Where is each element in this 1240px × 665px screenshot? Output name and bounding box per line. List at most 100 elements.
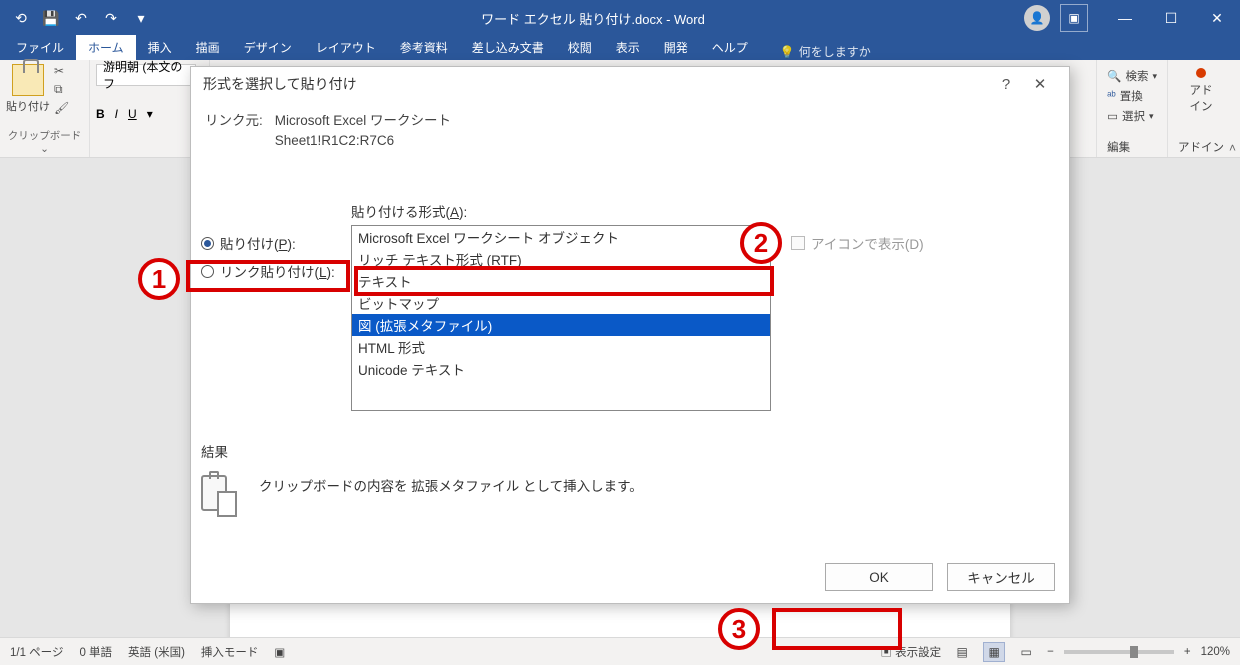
radio-checked-icon (201, 237, 214, 250)
tab-insert[interactable]: 挿入 (136, 35, 184, 60)
tab-developer[interactable]: 開発 (652, 35, 700, 60)
dialog-help-button[interactable]: ? (989, 76, 1023, 93)
result-icon (201, 475, 241, 519)
close-window-icon[interactable]: ✕ (1194, 0, 1240, 36)
ribbon-group-addins: アド イン アドイン (1167, 60, 1234, 157)
tell-me-search[interactable]: 💡 何をしますか (780, 43, 871, 60)
status-bar: 1/1 ページ 0 単語 英語 (米国) 挿入モード ▣ ▣ 表示設定 ▤ ▦ … (0, 637, 1240, 665)
tab-mailings[interactable]: 差し込み文書 (460, 35, 556, 60)
paste-special-dialog: 形式を選択して貼り付け ? ✕ リンク元: Microsoft Excel ワー… (190, 66, 1070, 604)
result-description: クリップボードの内容を 拡張メタファイル として挿入します。 (259, 475, 643, 495)
underline-button[interactable]: U (128, 107, 137, 121)
ok-button[interactable]: OK (825, 563, 933, 591)
search-icon: 🔍 (1107, 69, 1121, 83)
paste-label: 貼り付け (6, 98, 50, 114)
link-source-value-1: Microsoft Excel ワークシート (275, 109, 451, 129)
quick-access-toolbar: ⟲ 💾 ↶ ↷ ▾ (0, 5, 162, 31)
copy-icon[interactable]: ⧉ (54, 82, 69, 97)
dialog-titlebar: 形式を選択して貼り付け ? ✕ (191, 67, 1069, 101)
result-heading: 結果 (201, 441, 1059, 461)
tab-draw[interactable]: 描画 (184, 35, 232, 60)
bold-button[interactable]: B (96, 107, 105, 121)
redo-icon[interactable]: ↷ (98, 5, 124, 31)
format-list-header: 貼り付ける形式(A): (351, 201, 771, 225)
status-macro-icon[interactable]: ▣ (274, 645, 285, 659)
tab-file[interactable]: ファイル (4, 35, 76, 60)
paste-button[interactable]: 貼り付け (6, 64, 50, 114)
replace-button[interactable]: ᵃᵇ置換 (1107, 86, 1157, 106)
callout-number-3: 3 (718, 608, 760, 650)
list-item[interactable]: Unicode テキスト (352, 358, 770, 380)
list-item-selected[interactable]: 図 (拡張メタファイル) (352, 314, 770, 336)
cut-icon[interactable]: ✂ (54, 64, 69, 78)
ribbon-tabs: ファイル ホーム 挿入 描画 デザイン レイアウト 参考資料 差し込み文書 校閲… (0, 36, 1240, 60)
tab-help[interactable]: ヘルプ (700, 35, 760, 60)
status-word-count[interactable]: 0 単語 (79, 644, 112, 660)
link-source-label: リンク元: (205, 109, 263, 148)
editing-group-label: 編集 (1107, 139, 1157, 155)
italic-button[interactable]: I (115, 107, 118, 121)
font-name-combo[interactable]: 游明朝 (本文のフ (96, 64, 196, 86)
zoom-slider[interactable] (1064, 650, 1174, 654)
paste-mode-radios: 貼り付け(P): リンク貼り付け(L): (201, 201, 351, 411)
tab-home[interactable]: ホーム (76, 35, 136, 60)
view-read-mode-icon[interactable]: ▤ (951, 642, 973, 662)
dialog-title: 形式を選択して貼り付け (203, 74, 357, 94)
ribbon-display-options-icon[interactable]: ▣ (1060, 4, 1088, 32)
tell-me-label: 何をしますか (799, 43, 871, 60)
zoom-in-icon[interactable]: + (1184, 646, 1191, 658)
callout-outline-1 (186, 260, 350, 292)
ribbon-group-editing: 🔍検索 ▾ ᵃᵇ置換 ▭選択 ▾ 編集 (1096, 60, 1167, 157)
zoom-level[interactable]: 120% (1201, 646, 1230, 658)
view-web-layout-icon[interactable]: ▭ (1015, 642, 1037, 662)
select-button[interactable]: ▭選択 ▾ (1107, 106, 1157, 126)
font-more-icon[interactable]: ▾ (147, 107, 153, 121)
callout-number-1: 1 (138, 258, 180, 300)
link-source-value-2: Sheet1!R1C2:R7C6 (275, 133, 451, 148)
list-item[interactable]: HTML 形式 (352, 336, 770, 358)
dialog-close-button[interactable]: ✕ (1023, 75, 1057, 93)
radio-paste[interactable]: 貼り付け(P): (201, 229, 351, 257)
tab-review[interactable]: 校閲 (556, 35, 604, 60)
minimize-icon[interactable]: — (1102, 0, 1148, 36)
paste-icon (12, 64, 44, 96)
zoom-out-icon[interactable]: − (1047, 646, 1054, 658)
tab-references[interactable]: 参考資料 (388, 35, 460, 60)
lightbulb-icon: 💡 (780, 45, 795, 59)
clipboard-group-label: クリップボード ⌄ (6, 126, 83, 155)
status-language[interactable]: 英語 (米国) (128, 644, 185, 660)
save-icon[interactable]: 💾 (38, 5, 64, 31)
account-avatar-icon[interactable]: 👤 (1024, 5, 1050, 31)
maximize-icon[interactable]: ☐ (1148, 0, 1194, 36)
select-icon: ▭ (1107, 109, 1118, 123)
view-print-layout-icon[interactable]: ▦ (983, 642, 1005, 662)
tab-view[interactable]: 表示 (604, 35, 652, 60)
tab-layout[interactable]: レイアウト (304, 35, 388, 60)
tab-design[interactable]: デザイン (232, 35, 304, 60)
ribbon-group-clipboard: 貼り付け ✂ ⧉ 🖌 クリップボード ⌄ (0, 60, 90, 157)
window-title: ワード エクセル 貼り付け.docx - Word (162, 9, 1024, 28)
format-painter-icon[interactable]: 🖌 (54, 101, 69, 115)
link-source-row: リンク元: Microsoft Excel ワークシート Sheet1!R1C2… (205, 109, 1055, 148)
display-as-icon-checkbox: アイコンで表示(D) (791, 233, 924, 253)
format-listbox[interactable]: Microsoft Excel ワークシート オブジェクト リッチ テキスト形式… (351, 225, 771, 411)
addins-button[interactable]: アド イン (1190, 66, 1213, 114)
collapse-ribbon-icon[interactable]: ˄ (1229, 141, 1236, 155)
callout-outline-3 (772, 608, 902, 650)
status-page[interactable]: 1/1 ページ (10, 644, 63, 660)
list-item[interactable]: Microsoft Excel ワークシート オブジェクト (352, 226, 770, 248)
qat-customize-icon[interactable]: ▾ (128, 5, 154, 31)
find-button[interactable]: 🔍検索 ▾ (1107, 66, 1157, 86)
checkbox-icon (791, 236, 805, 250)
undo-icon[interactable]: ↶ (68, 5, 94, 31)
cancel-button[interactable]: キャンセル (947, 563, 1055, 591)
autosave-icon[interactable]: ⟲ (8, 5, 34, 31)
addins-icon (1196, 68, 1206, 78)
addins-group-label: アドイン (1178, 139, 1224, 155)
result-section: 結果 クリップボードの内容を 拡張メタファイル として挿入します。 (201, 441, 1059, 519)
callout-number-2: 2 (740, 222, 782, 264)
window-controls: — ☐ ✕ (1102, 0, 1240, 36)
title-bar: ⟲ 💾 ↶ ↷ ▾ ワード エクセル 貼り付け.docx - Word 👤 ▣ … (0, 0, 1240, 36)
status-insert-mode[interactable]: 挿入モード (201, 644, 259, 660)
callout-outline-2 (354, 266, 774, 296)
